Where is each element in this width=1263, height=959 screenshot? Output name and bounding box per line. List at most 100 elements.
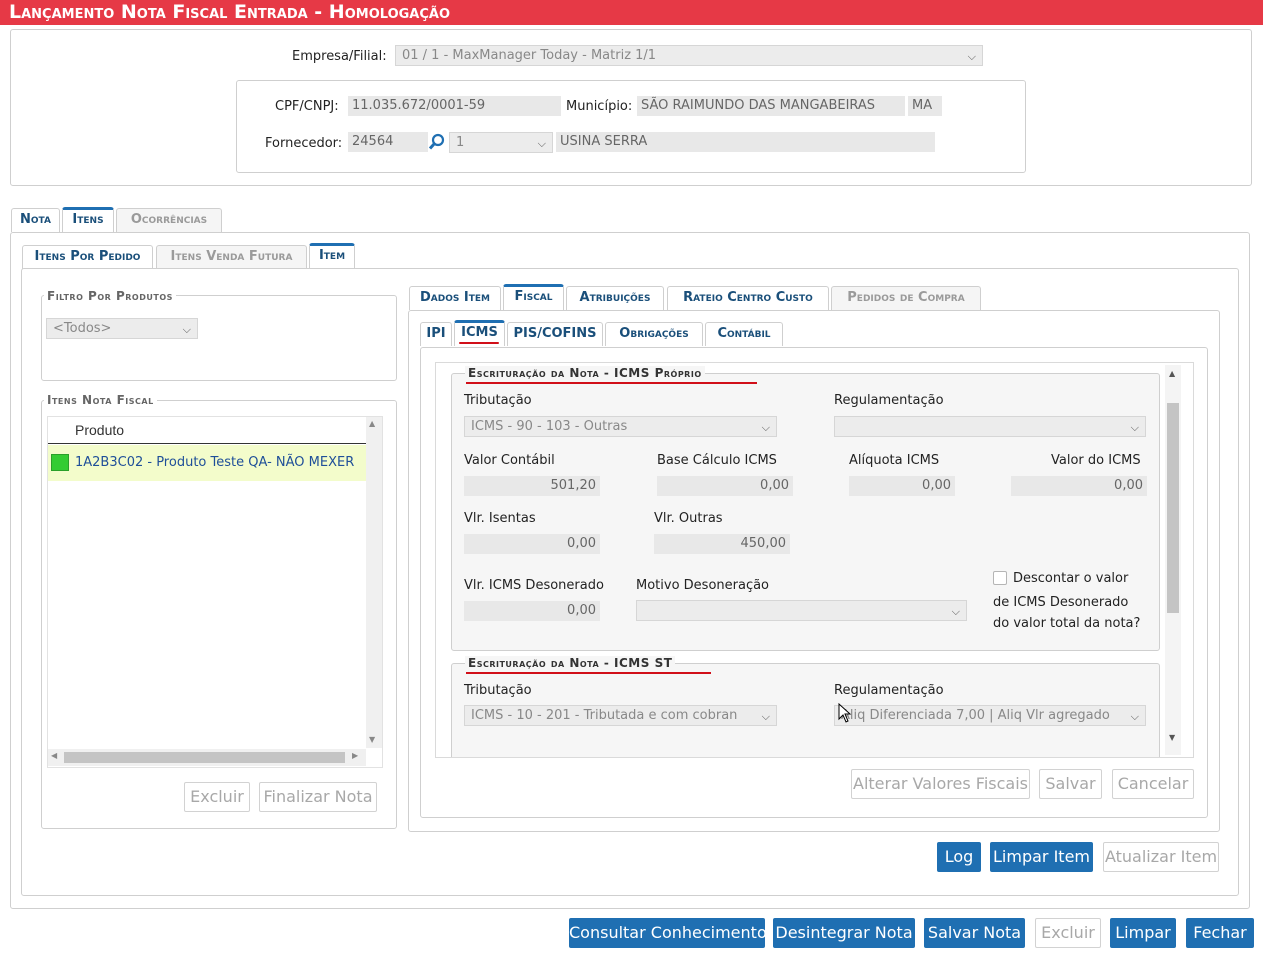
cnpj-field[interactable]: 11.035.672/0001-59 [348, 96, 561, 116]
icms-tab-underline [459, 342, 499, 344]
chevron-down-icon: ⌵ [182, 323, 191, 336]
tab-nota[interactable]: Nota [11, 208, 60, 232]
outras-label: Vlr. Outras [654, 511, 723, 526]
tab-pis-cofins[interactable]: PIS/COFINS [507, 322, 603, 346]
valor-icms-label: Valor do ICMS [1051, 453, 1141, 468]
scroll-right-icon[interactable]: ▶ [352, 751, 358, 760]
descontar-line1: Descontar o valor [1013, 571, 1129, 586]
fornecedor-seq-value: 1 [456, 135, 465, 150]
salvar-fiscal-button[interactable]: Salvar [1039, 769, 1102, 799]
scroll-up-icon[interactable]: ▲ [369, 419, 375, 428]
icms-scroll-area: Escrituração da Nota - ICMS Próprio Trib… [435, 362, 1194, 758]
icms-scroll-thumb[interactable] [1167, 403, 1179, 613]
filtro-value: <Todos> [53, 321, 112, 336]
tab-obrigacoes[interactable]: Obrigações [605, 322, 703, 346]
empresa-select[interactable]: 01 / 1 - MaxManager Today - Matriz 1/1 ⌵ [395, 45, 983, 66]
alterar-valores-fiscais-button[interactable]: Alterar Valores Fiscais [851, 769, 1030, 799]
descontar-checkbox[interactable] [993, 571, 1007, 585]
isentas-field[interactable]: 0,00 [464, 534, 600, 554]
regulamentacao-select[interactable]: ⌵ [834, 416, 1146, 437]
tab-item[interactable]: Item [309, 243, 355, 269]
search-icon[interactable] [428, 133, 446, 151]
excluir-item-button[interactable]: Excluir [184, 782, 250, 812]
descontar-line3: do valor total da nota? [993, 616, 1141, 631]
scroll-down-icon[interactable]: ▼ [369, 735, 375, 744]
limpar-button[interactable]: Limpar [1110, 918, 1176, 948]
municipio-field[interactable]: SÃO RAIMUNDO DAS MANGABEIRAS [637, 96, 905, 116]
valor-contabil-field[interactable]: 501,20 [464, 476, 600, 496]
tab-itens-venda-futura[interactable]: Itens Venda Futura [156, 245, 307, 269]
tab-fiscal[interactable]: Fiscal [503, 284, 564, 310]
grid-header: Produto [48, 417, 366, 444]
status-indicator [51, 454, 69, 471]
tab-rateio-centro-custo[interactable]: Rateio Centro Custo [667, 286, 829, 310]
consultar-conhecimento-button[interactable]: Consultar Conhecimento [569, 918, 767, 948]
st-tributacao-select[interactable]: ICMS - 10 - 201 - Tributada e com cobran… [464, 705, 777, 726]
filtro-legend: Filtro Por Produtos [44, 289, 176, 303]
valor-contabil-label: Valor Contábil [464, 453, 555, 468]
uf-field[interactable]: MA [908, 96, 942, 116]
log-button[interactable]: Log [937, 842, 981, 872]
outras-field[interactable]: 450,00 [654, 534, 790, 554]
st-tributacao-value: ICMS - 10 - 201 - Tributada e com cobran [471, 708, 738, 723]
scroll-left-icon[interactable]: ◀ [51, 751, 57, 760]
tab-contabil[interactable]: Contábil [705, 322, 783, 346]
fornecedor-label: Fornecedor: [265, 136, 343, 151]
fornecedor-code-field[interactable]: 24564 [348, 132, 428, 152]
grid-hscroll-thumb[interactable] [64, 752, 345, 763]
st-regulamentacao-value: Aliq Diferenciada 7,00 | Aliq Vlr agrega… [841, 708, 1110, 723]
tab-dados-item[interactable]: Dados Item [409, 286, 501, 310]
chevron-down-icon: ⌵ [761, 421, 770, 434]
tab-itens-por-pedido[interactable]: Itens Por Pedido [22, 245, 153, 269]
tab-pedidos-de-compra[interactable]: Pedidos de Compra [831, 286, 981, 310]
st-regulamentacao-label: Regulamentação [834, 683, 944, 698]
icms-st-legend: Escrituração da Nota - ICMS ST [465, 656, 676, 670]
desonerado-field[interactable]: 0,00 [464, 601, 600, 621]
limpar-item-button[interactable]: Limpar Item [990, 842, 1093, 872]
fornecedor-name-field[interactable]: USINA SERRA [556, 132, 935, 152]
chevron-down-icon: ⌵ [537, 137, 546, 150]
itens-nf-legend: Itens Nota Fiscal [44, 393, 157, 407]
empresa-value: 01 / 1 - MaxManager Today - Matriz 1/1 [402, 48, 657, 63]
scroll-up-icon[interactable]: ▲ [1169, 369, 1175, 378]
tab-itens[interactable]: Itens [62, 207, 114, 233]
filtro-select[interactable]: <Todos> ⌵ [46, 318, 198, 339]
fornecedor-seq-select[interactable]: 1 ⌵ [449, 132, 553, 153]
grid-vertical-scrollbar[interactable] [366, 417, 382, 748]
desonerado-label: Vlr. ICMS Desonerado [464, 578, 604, 593]
regulamentacao-label: Regulamentação [834, 393, 944, 408]
mouse-cursor-icon [838, 702, 852, 723]
atualizar-item-button[interactable]: Atualizar Item [1103, 842, 1219, 872]
desintegrar-nota-button[interactable]: Desintegrar Nota [773, 918, 915, 948]
produto-column-header[interactable]: Produto [75, 422, 124, 438]
chevron-down-icon: ⌵ [967, 50, 976, 63]
chevron-down-icon: ⌵ [1130, 710, 1139, 723]
cnpj-label: CPF/CNPJ: [275, 99, 339, 114]
produto-cell: 1A2B3C02 - Produto Teste QA- NÃO MEXER [75, 455, 355, 470]
legend-underline [466, 672, 711, 674]
legend-underline [466, 382, 757, 384]
valor-icms-field[interactable]: 0,00 [1011, 476, 1147, 496]
tributacao-select[interactable]: ICMS - 90 - 103 - Outras ⌵ [464, 416, 777, 437]
salvar-nota-button[interactable]: Salvar Nota [924, 918, 1025, 948]
tab-atribuicoes[interactable]: Atribuições [566, 286, 664, 310]
excluir-nota-button[interactable]: Excluir [1035, 918, 1101, 948]
motivo-label: Motivo Desoneração [636, 578, 770, 593]
scroll-down-icon[interactable]: ▼ [1169, 733, 1175, 742]
tributacao-value: ICMS - 90 - 103 - Outras [471, 419, 628, 434]
base-calculo-label: Base Cálculo ICMS [657, 453, 777, 468]
cancelar-fiscal-button[interactable]: Cancelar [1112, 769, 1194, 799]
tab-ocorrencias[interactable]: Ocorrências [116, 208, 222, 232]
descontar-line2: de ICMS Desonerado [993, 595, 1129, 610]
table-row[interactable]: 1A2B3C02 - Produto Teste QA- NÃO MEXER [48, 445, 366, 481]
aliquota-field[interactable]: 0,00 [849, 476, 955, 496]
motivo-select[interactable]: ⌵ [636, 600, 967, 621]
fechar-button[interactable]: Fechar [1186, 918, 1254, 948]
empresa-label: Empresa/Filial: [292, 49, 387, 64]
st-regulamentacao-select[interactable]: Aliq Diferenciada 7,00 | Aliq Vlr agrega… [834, 705, 1146, 726]
finalizar-nota-button[interactable]: Finalizar Nota [259, 782, 377, 812]
municipio-label: Município: [566, 99, 633, 114]
tab-ipi[interactable]: IPI [420, 322, 452, 346]
chevron-down-icon: ⌵ [761, 710, 770, 723]
base-calculo-field[interactable]: 0,00 [657, 476, 793, 496]
